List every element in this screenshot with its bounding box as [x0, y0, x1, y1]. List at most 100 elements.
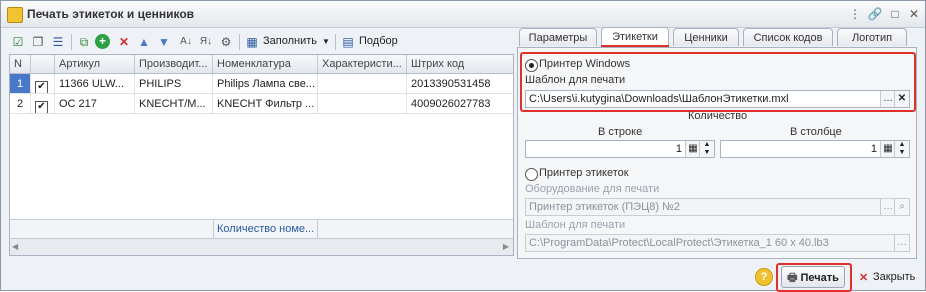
close-icon[interactable]: ✕ — [859, 271, 868, 284]
cell-nomenclature[interactable]: Philips Лампа све... — [213, 74, 318, 94]
column-header-n[interactable]: N — [10, 55, 31, 73]
label-printer-radio[interactable] — [525, 168, 538, 181]
template-label: Шаблон для печати — [525, 74, 626, 86]
check-all-icon[interactable]: ☑ — [9, 33, 27, 51]
cell-characteristic[interactable] — [318, 74, 407, 94]
label-printer-label[interactable]: Принтер этикеток — [539, 167, 629, 179]
fill-icon[interactable]: ▦ — [243, 33, 261, 51]
row-checkbox-cell[interactable]: ✔ — [31, 94, 55, 114]
tab-parameters[interactable]: Параметры — [519, 28, 597, 46]
print-button-label: Печать — [800, 272, 839, 284]
column-header-maker[interactable]: Производит... — [135, 55, 213, 73]
spin-icon[interactable]: ▲ ▼ — [699, 141, 714, 157]
tab-logo[interactable]: Логотип — [837, 28, 907, 46]
template2-path-value: C:\ProgramData\Protect\LocalProtect\Этик… — [529, 237, 829, 249]
link-icon[interactable]: 🔗 — [867, 6, 883, 22]
printer-windows-radio[interactable] — [525, 59, 538, 72]
chevron-down-icon[interactable]: ▼ — [322, 37, 330, 46]
maximize-icon[interactable]: □ — [887, 6, 903, 22]
cell-maker[interactable]: KNECHT/M... — [135, 94, 213, 114]
table-row[interactable]: 2 ✔ OC 217 KNECHT/M... KNECHT Фильтр ...… — [10, 94, 513, 114]
settings-tabs: Параметры Этикетки Ценники Список кодов … — [517, 27, 913, 48]
labels-panel: Принтер Windows Шаблон для печати C:\Use… — [517, 47, 917, 259]
help-icon[interactable]: ? — [755, 268, 773, 286]
toolbar-separator — [71, 34, 72, 50]
move-up-icon[interactable]: ▲ — [135, 33, 153, 51]
calculator-icon[interactable]: ▦ — [880, 141, 895, 157]
delete-icon[interactable]: ✕ — [115, 33, 133, 51]
table-row[interactable]: 1 ✔ 11366 ULW... PHILIPS Philips Лампа с… — [10, 74, 513, 94]
toolbar-separator — [239, 34, 240, 50]
add-copy-icon[interactable]: ⧉ — [75, 33, 93, 51]
add-icon[interactable]: + — [95, 34, 110, 49]
template2-label: Шаблон для печати — [525, 219, 626, 231]
more-icon[interactable]: ⋮ — [847, 6, 863, 22]
table-header: N Артикул Производит... Номенклатура Хар… — [10, 55, 513, 74]
spin-icon[interactable]: ▲ ▼ — [894, 141, 909, 157]
in-column-value: 1 — [870, 143, 877, 155]
browse-button[interactable]: … — [880, 199, 895, 215]
cell-barcode[interactable]: 4009026027783 — [407, 94, 513, 114]
printer-icon: 🖶 — [787, 272, 798, 284]
in-row-label: В строке — [598, 126, 643, 138]
clear-icon[interactable]: ✕ — [894, 91, 909, 107]
calculator-icon[interactable]: ▦ — [685, 141, 700, 157]
browse-button[interactable]: … — [880, 91, 895, 107]
in-column-field[interactable]: 1 ▦ ▲ ▼ — [720, 140, 910, 158]
footer-nomenclature-count: Количество номе... — [213, 220, 318, 238]
printer-windows-label[interactable]: Принтер Windows — [539, 58, 630, 70]
app-icon — [7, 7, 23, 23]
print-button[interactable]: 🖶 Печать — [781, 266, 845, 288]
tab-code-list[interactable]: Список кодов — [743, 28, 833, 46]
template-path-value: C:\Users\i.kutygina\Downloads\ШаблонЭтик… — [529, 93, 789, 105]
settings-icon[interactable]: ⚙ — [217, 33, 235, 51]
search-icon[interactable]: ⌕ — [894, 199, 909, 215]
template-path-field[interactable]: C:\Users\i.kutygina\Downloads\ШаблонЭтик… — [525, 90, 910, 108]
list-icon[interactable]: ☰ — [49, 33, 67, 51]
cell-nomenclature[interactable]: KNECHT Фильтр ... — [213, 94, 318, 114]
cell-article[interactable]: OC 217 — [55, 94, 135, 114]
cell-article[interactable]: 11366 ULW... — [55, 74, 135, 94]
in-row-field[interactable]: 1 ▦ ▲ ▼ — [525, 140, 715, 158]
row-checkbox-cell[interactable]: ✔ — [31, 74, 55, 94]
scroll-left-icon[interactable]: ◀ — [12, 242, 18, 251]
tab-price-tags[interactable]: Ценники — [673, 28, 739, 46]
table-footer: Количество номе... — [10, 219, 513, 238]
window-title: Печать этикеток и ценников — [27, 7, 195, 21]
row-checkbox[interactable]: ✔ — [35, 101, 48, 113]
copy-icon[interactable]: ❐ — [29, 33, 47, 51]
template2-path-field[interactable]: C:\ProgramData\Protect\LocalProtect\Этик… — [525, 234, 910, 252]
column-header-article[interactable]: Артикул — [55, 55, 135, 73]
row-checkbox[interactable]: ✔ — [35, 81, 48, 93]
footer-spacer — [10, 220, 214, 238]
row-number: 2 — [10, 94, 31, 114]
column-header-characteristic[interactable]: Характеристи... — [318, 55, 407, 73]
close-button[interactable]: Закрыть — [873, 271, 915, 283]
print-labels-window: Печать этикеток и ценников ⋮ 🔗 □ ✕ ☑ ❐ ☰… — [0, 0, 926, 292]
products-table: N Артикул Производит... Номенклатура Хар… — [9, 54, 514, 256]
cell-maker[interactable]: PHILIPS — [135, 74, 213, 94]
quantity-label: Количество — [688, 110, 748, 122]
column-header-nomenclature[interactable]: Номенклатура — [213, 55, 318, 73]
column-header-barcode[interactable]: Штрих код — [407, 55, 513, 73]
select-icon[interactable]: ▤ — [339, 33, 357, 51]
equipment-value: Принтер этикеток (ПЭЦ8) №2 — [529, 201, 680, 213]
sort-desc-icon[interactable]: Я↓ — [197, 33, 215, 51]
bottom-bar: ? 🖶 Печать ✕ Закрыть — [1, 263, 925, 292]
close-window-icon[interactable]: ✕ — [906, 6, 922, 22]
fill-button[interactable]: Заполнить — [263, 35, 317, 47]
equipment-label: Оборудование для печати — [525, 183, 660, 195]
browse-button[interactable]: … — [894, 235, 909, 251]
title-bar: Печать этикеток и ценников ⋮ 🔗 □ ✕ — [1, 1, 925, 28]
move-down-icon[interactable]: ▼ — [155, 33, 173, 51]
in-column-label: В столбце — [790, 126, 842, 138]
column-header-check[interactable] — [31, 55, 55, 73]
cell-barcode[interactable]: 2013390531458 — [407, 74, 513, 94]
scroll-right-icon[interactable]: ▶ — [503, 242, 509, 251]
cell-characteristic[interactable] — [318, 94, 407, 114]
sort-asc-icon[interactable]: A↓ — [177, 33, 195, 51]
tab-highlight — [601, 27, 669, 47]
select-button[interactable]: Подбор — [359, 35, 398, 47]
horizontal-scrollbar[interactable]: ◀ ▶ — [10, 238, 513, 255]
equipment-field[interactable]: Принтер этикеток (ПЭЦ8) №2 … ⌕ — [525, 198, 910, 216]
